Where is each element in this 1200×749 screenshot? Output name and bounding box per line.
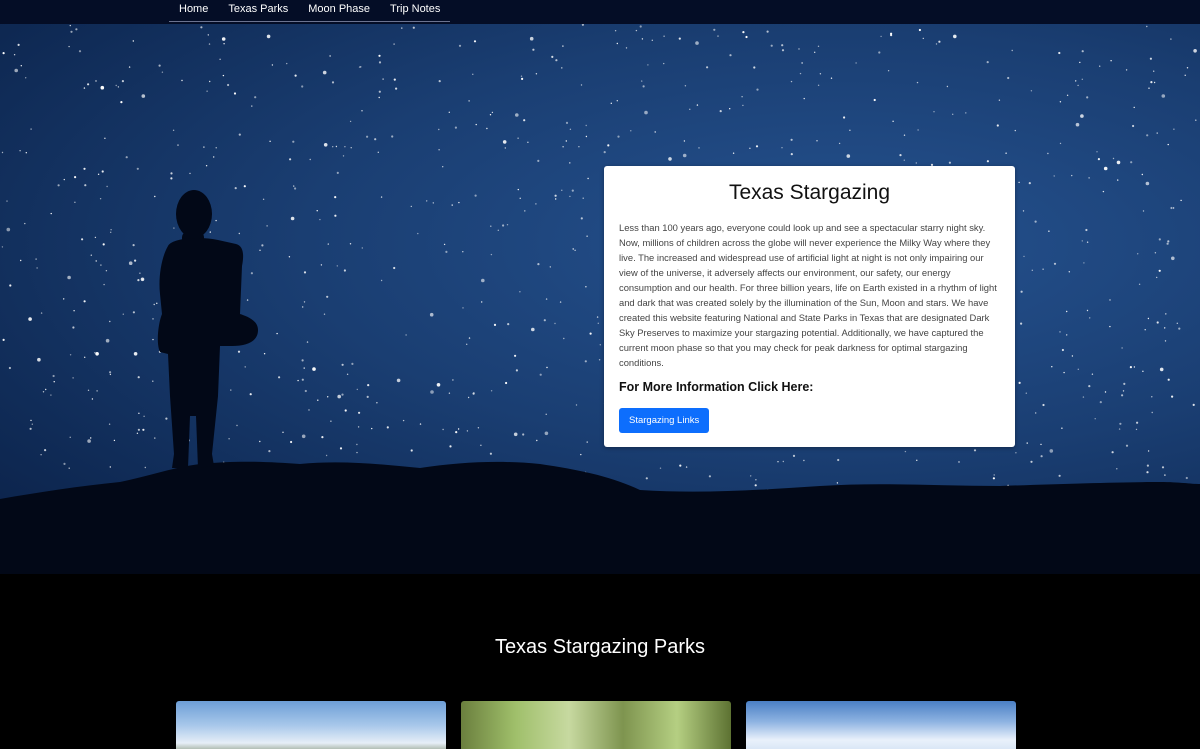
nav-texas-parks-link[interactable]: Texas Parks xyxy=(218,0,298,21)
hill-silhouette xyxy=(0,461,1200,574)
card-title: Texas Stargazing xyxy=(728,181,891,204)
nav-moon-phase-link[interactable]: Moon Phase xyxy=(298,0,380,21)
park-card-image-2[interactable] xyxy=(461,701,731,749)
hiker-silhouette xyxy=(157,190,258,468)
nav-trip-notes-link[interactable]: Trip Notes xyxy=(380,0,450,21)
parks-heading: Texas Stargazing Parks xyxy=(494,636,706,658)
card-description: Less than 100 years ago, everyone could … xyxy=(619,222,997,368)
stargazing-links-button[interactable]: Stargazing Links xyxy=(619,408,710,433)
navbar: Home Texas Parks Moon Phase Trip Notes xyxy=(0,0,1200,24)
park-card-image-1[interactable] xyxy=(176,701,446,749)
park-card-image-3[interactable] xyxy=(746,701,1016,749)
hero-section: Texas Stargazing Less than 100 years ago… xyxy=(0,24,1200,574)
nav-home-link[interactable]: Home xyxy=(169,0,218,21)
intro-card: Texas Stargazing Less than 100 years ago… xyxy=(604,166,1015,447)
parks-section: Texas Stargazing Parks xyxy=(0,574,1200,749)
nav-list: Home Texas Parks Moon Phase Trip Notes xyxy=(169,0,451,22)
hero-background-image xyxy=(0,24,1200,574)
card-subtitle: For More Information Click Here: xyxy=(619,380,814,394)
